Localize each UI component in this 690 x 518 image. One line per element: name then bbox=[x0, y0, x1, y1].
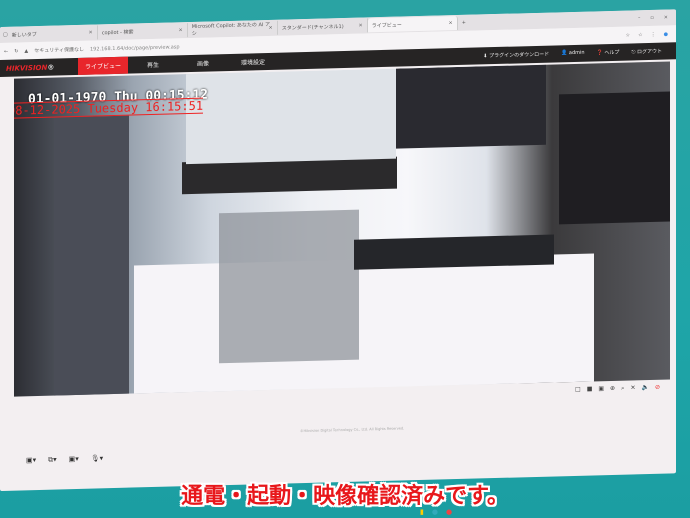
nav-picture[interactable]: 画像 bbox=[178, 54, 228, 72]
monitor-screen: ▢ 新しいタブ × copilot - 検索 × Microsoft Copilot… bbox=[0, 9, 676, 492]
video-box-right bbox=[396, 64, 546, 149]
minimize-icon[interactable]: – bbox=[638, 15, 641, 21]
logo-text: HIKVISION bbox=[6, 63, 48, 73]
video-bins-left bbox=[54, 115, 129, 397]
browser-tab[interactable]: Microsoft Copilot: あなたの AI アシ × bbox=[187, 20, 278, 38]
plugin-label: プラグインのダウンロード bbox=[489, 51, 550, 60]
browser-tab[interactable]: スタンダード(チャンネル1) × bbox=[277, 18, 368, 35]
favorites-icon[interactable]: ☆ bbox=[638, 32, 642, 38]
microphone-icon[interactable]: 🎙▾ bbox=[91, 454, 103, 463]
back-icon[interactable]: ← bbox=[4, 48, 8, 54]
user-label: admin bbox=[568, 49, 585, 57]
aspect-ratio-icon[interactable]: ▣▾ bbox=[69, 455, 79, 464]
security-label[interactable]: セキュリティ保護なし bbox=[34, 46, 84, 54]
browser-tab-active[interactable]: ライブビュー × bbox=[367, 16, 458, 33]
nav-live-view[interactable]: ライブビュー bbox=[78, 56, 128, 75]
close-icon[interactable]: × bbox=[359, 23, 363, 29]
ptz-icon[interactable]: ✕ bbox=[630, 384, 635, 468]
help-link[interactable]: ❓ ヘルプ bbox=[597, 49, 620, 57]
logo-mark: ® bbox=[47, 63, 55, 72]
plugin-download-link[interactable]: ⬇ プラグインのダウンロード bbox=[483, 51, 549, 60]
stop-all-icon[interactable]: ⊘ bbox=[655, 384, 660, 468]
audio-icon[interactable]: 🔈 bbox=[641, 384, 648, 468]
logout-link[interactable]: ⎋ ログアウト bbox=[631, 48, 662, 56]
window-layout-icon[interactable]: ▣▾ bbox=[26, 456, 36, 465]
video-shelf-right bbox=[559, 91, 670, 225]
tab-label: スタンダード(チャンネル1) bbox=[281, 23, 344, 32]
hikvision-logo: HIKVISION® bbox=[0, 62, 78, 72]
tab-label: copilot - 検索 bbox=[101, 29, 134, 36]
close-window-icon[interactable]: × bbox=[664, 15, 668, 21]
photo-caption: 通電・起動・映像確認済みです。 bbox=[181, 484, 509, 509]
search-icon[interactable]: ⌕ bbox=[621, 385, 624, 469]
capture-icon[interactable]: ■ bbox=[587, 385, 593, 469]
help-label: ヘルプ bbox=[604, 49, 620, 57]
browser-tab[interactable]: 新しいタブ × bbox=[7, 25, 98, 42]
bottom-toolbar: ▣▾ ⧉▾ ▣▾ 🎙▾ bbox=[26, 454, 103, 465]
extensions-icon[interactable]: ⋮ bbox=[651, 31, 656, 37]
logout-label: ログアウト bbox=[636, 48, 662, 56]
close-icon[interactable]: × bbox=[449, 20, 453, 26]
nav-playback[interactable]: 再生 bbox=[128, 55, 178, 73]
video-rack bbox=[219, 209, 359, 364]
tab-label: ライブビュー bbox=[371, 21, 402, 29]
close-icon[interactable]: × bbox=[89, 30, 93, 36]
url-input[interactable]: 192.168.1.64/doc/page/preview.asp bbox=[90, 44, 180, 52]
close-icon[interactable]: × bbox=[269, 25, 273, 31]
video-floor bbox=[134, 253, 594, 394]
record-icon[interactable]: ▣ bbox=[598, 385, 604, 469]
reload-icon[interactable]: ↻ bbox=[14, 48, 18, 54]
new-tab-icon[interactable]: + bbox=[462, 20, 466, 26]
zoom-icon[interactable]: ⊕ bbox=[610, 385, 615, 469]
browser-tab[interactable]: copilot - 検索 × bbox=[97, 23, 188, 40]
tab-label: Microsoft Copilot: あなたの AI アシ bbox=[191, 21, 270, 37]
tab-label: 新しいタブ bbox=[11, 31, 37, 39]
video-box-mid bbox=[354, 234, 554, 270]
close-icon[interactable]: × bbox=[179, 27, 183, 33]
video-toolbar: □ ■ ▣ ⊕ ⌕ ✕ 🔈 ⊘ bbox=[575, 384, 660, 470]
nav-configuration[interactable]: 環境設定 bbox=[228, 53, 278, 71]
user-menu[interactable]: 👤 admin bbox=[561, 50, 585, 58]
warning-icon: ▲ bbox=[24, 47, 29, 54]
video-box-top bbox=[186, 68, 396, 165]
stop-icon[interactable]: □ bbox=[575, 386, 581, 470]
copilot-icon[interactable]: ● bbox=[664, 31, 668, 37]
live-video[interactable]: 01-01-1970 Thu 00:15:12 08-12-2025 Tuesd… bbox=[14, 61, 670, 397]
stream-type-icon[interactable]: ⧉▾ bbox=[48, 456, 57, 465]
maximize-icon[interactable]: ▫ bbox=[650, 15, 653, 21]
copyright: ©Hikvision Digital Technology Co., Ltd. … bbox=[300, 426, 405, 434]
star-icon[interactable]: ☆ bbox=[626, 32, 630, 38]
